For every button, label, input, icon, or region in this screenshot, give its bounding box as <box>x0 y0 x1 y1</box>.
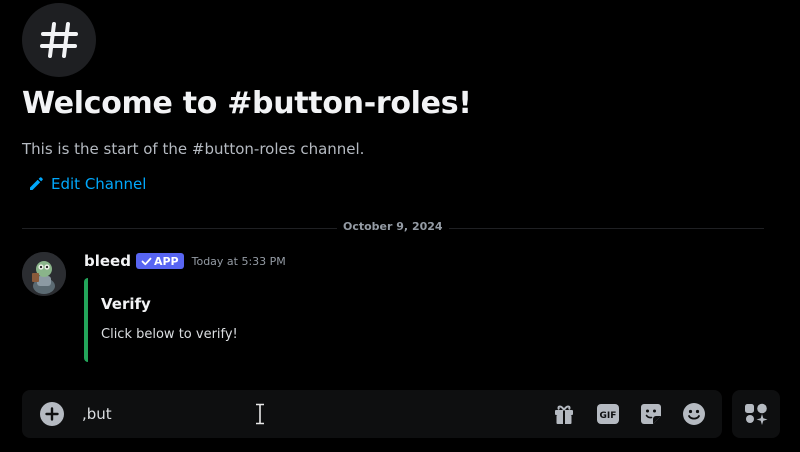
chat-view: Welcome to #button-roles! This is the st… <box>0 0 800 452</box>
avatar[interactable] <box>22 252 66 296</box>
text-cursor-icon <box>256 403 264 425</box>
message-header: bleed APP Today at 5:33 PM <box>84 252 286 270</box>
edit-channel-link[interactable]: Edit Channel <box>28 175 146 193</box>
check-icon <box>141 257 152 265</box>
gift-icon[interactable] <box>552 402 576 426</box>
apps-icon <box>745 403 768 425</box>
message-input[interactable] <box>82 402 522 426</box>
message-timestamp: Today at 5:33 PM <box>191 254 286 268</box>
message-composer: GIF <box>22 390 722 438</box>
embed-title: Verify <box>101 295 151 313</box>
channel-hash-badge <box>22 3 96 77</box>
date-divider-label: October 9, 2024 <box>337 220 449 233</box>
gif-label: GIF <box>600 411 617 421</box>
embed: Verify Click below to verify! <box>84 278 258 362</box>
bot-avatar-icon <box>22 252 66 296</box>
gif-icon[interactable]: GIF <box>596 402 620 426</box>
hash-icon <box>40 22 78 58</box>
add-attachment-button[interactable] <box>40 402 64 426</box>
embed-description: Click below to verify! <box>101 327 238 342</box>
welcome-subtitle: This is the start of the #button-roles c… <box>22 140 365 158</box>
sticker-icon[interactable] <box>639 402 663 426</box>
pencil-icon <box>30 177 43 190</box>
app-badge: APP <box>135 253 184 269</box>
add-circle-icon <box>45 407 59 421</box>
edit-channel-label: Edit Channel <box>51 175 147 193</box>
author-name[interactable]: bleed <box>84 252 131 270</box>
app-badge-label: APP <box>153 254 179 268</box>
apps-button[interactable] <box>732 390 780 438</box>
welcome-title: Welcome to #button-roles! <box>22 86 472 121</box>
emoji-icon[interactable] <box>682 402 706 426</box>
